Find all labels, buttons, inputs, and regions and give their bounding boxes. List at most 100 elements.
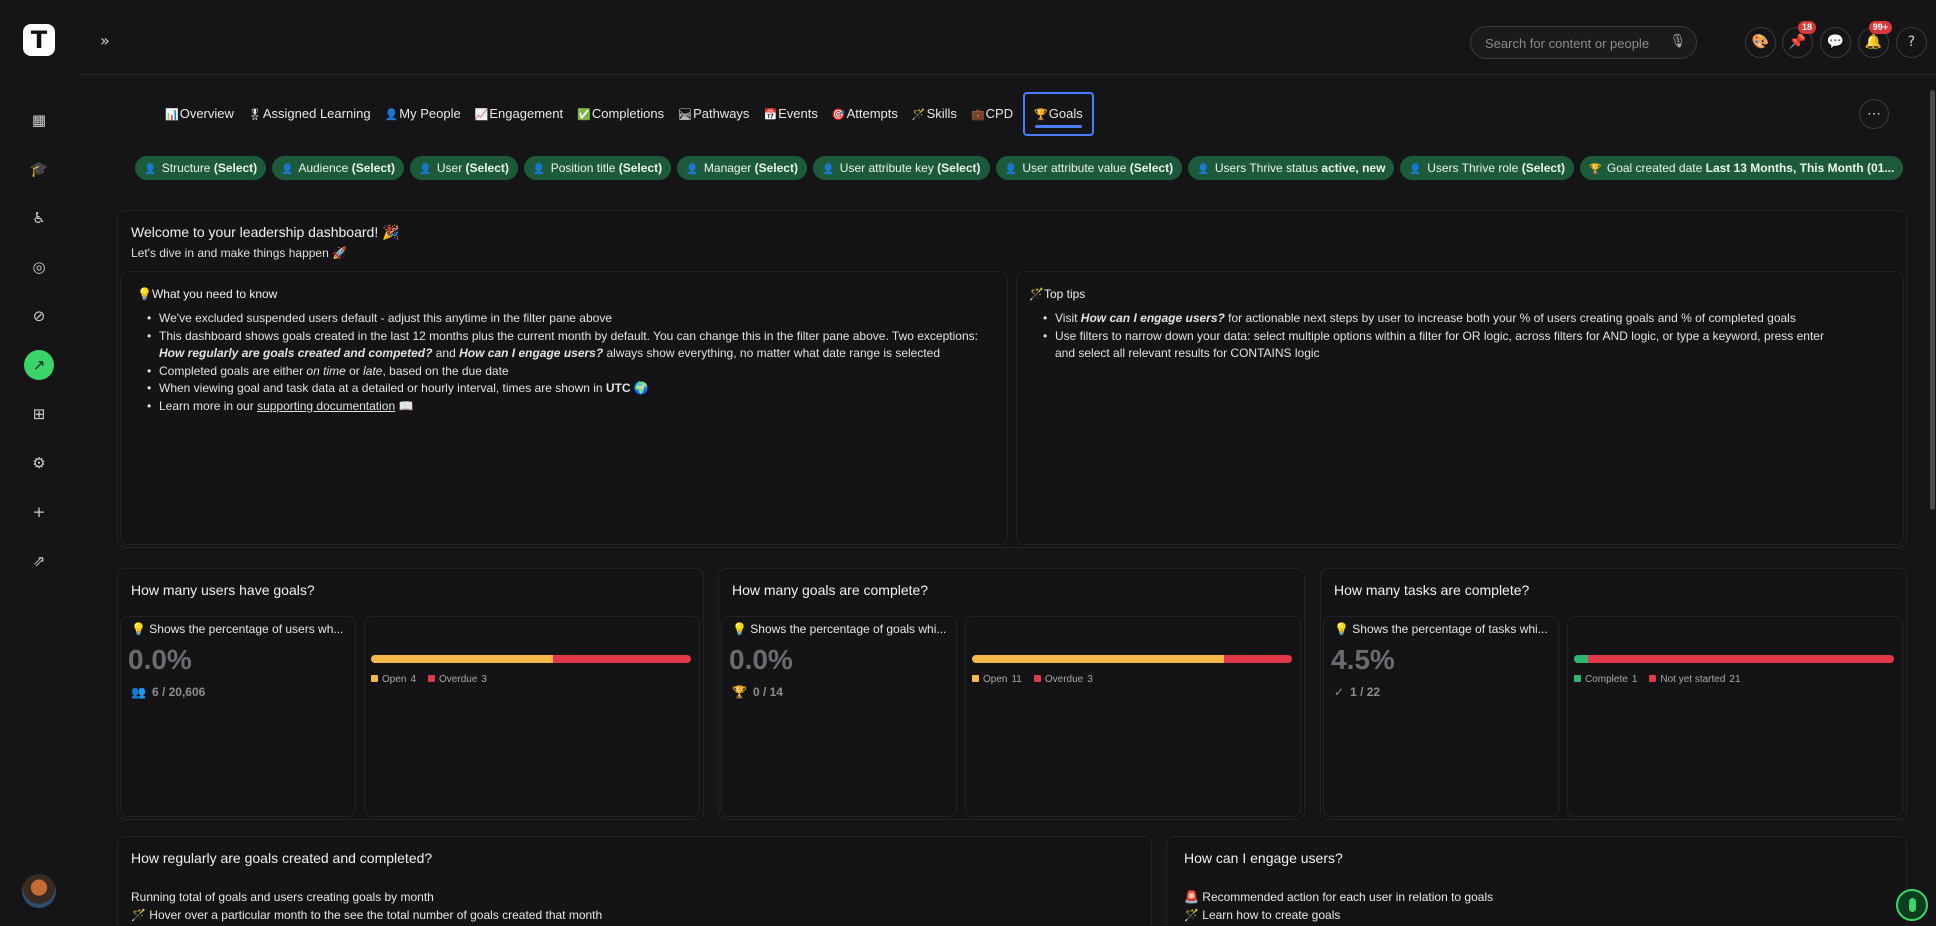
filter-users-thrive-status[interactable]: 👤 Users Thrive status active, new (1188, 156, 1395, 180)
tab-engagement[interactable]: 📈Engagement (468, 92, 570, 136)
expand-sidebar-button[interactable]: » (100, 31, 110, 50)
tab-cpd[interactable]: 💼CPD (964, 92, 1020, 136)
panel-hint: 🪄 Hover over a particular month to the s… (131, 908, 603, 922)
list-text: for actionable next steps by user to inc… (1224, 311, 1796, 325)
bar-segment[interactable] (1223, 655, 1292, 663)
person-icon: 👤 (686, 164, 699, 175)
tab-overview[interactable]: 📊Overview (158, 92, 241, 136)
list-item: This dashboard shows goals created in th… (147, 328, 1007, 363)
microphone-icon[interactable]: 🎙 (1669, 33, 1686, 49)
legend-swatch (371, 675, 378, 682)
assistant-launcher-button[interactable] (1896, 889, 1928, 921)
list-text: 🌍 (630, 381, 649, 395)
page-scrollbar[interactable] (1930, 90, 1935, 510)
kpi-hint[interactable]: 💡 Shows the percentage of users wh... (131, 622, 343, 636)
app-logo[interactable]: T (23, 24, 55, 56)
bar-segment[interactable] (553, 655, 691, 663)
list-text-emphasis: late (363, 363, 383, 378)
kpi-count: ✓ 1 / 22 (1334, 685, 1380, 699)
legend-swatch (428, 675, 436, 682)
filter-bar: 👤 Structure (Select) 👤 Audience (Select)… (135, 156, 1904, 180)
filter-users-thrive-role[interactable]: 👤 Users Thrive role (Select) (1400, 156, 1575, 180)
person-icon: 👤 (144, 164, 157, 175)
palette-button[interactable]: 🎨 (1745, 27, 1776, 58)
kpi-stacked-bar[interactable] (1574, 655, 1894, 663)
user-avatar[interactable] (22, 874, 56, 908)
list-text: , based on the due date (382, 363, 509, 378)
tab-label: Skills (926, 106, 957, 121)
plus-icon[interactable]: + (24, 497, 54, 527)
external-link-icon[interactable]: ⇗ (24, 546, 54, 576)
settings-icon[interactable]: ⚙ (24, 448, 54, 478)
supporting-documentation-link[interactable]: supporting documentation (257, 399, 395, 413)
bar-segment[interactable] (371, 655, 554, 663)
tab-assigned-learning[interactable]: 🎖Assigned Learning (241, 92, 378, 136)
tab-skills[interactable]: 🪄Skills (905, 92, 964, 136)
legend-swatch (1033, 675, 1041, 682)
bar-segment[interactable] (1588, 655, 1894, 663)
person-icon: 👤 (532, 164, 546, 175)
legend-label: Complete (1585, 674, 1628, 685)
filter-label: Users Thrive status (1214, 161, 1319, 175)
what-you-need-to-know-card: 💡What you need to know We've excluded su… (120, 271, 1008, 545)
filter-user-attribute-value[interactable]: 👤 User attribute value (Select) (995, 156, 1183, 180)
filter-label: Position title (550, 161, 616, 175)
panel-hint: 🪄 Learn how to create goals (1184, 908, 1341, 922)
dashboard-icon[interactable]: ▦ (24, 105, 54, 135)
search-box: 🎙 (1470, 26, 1697, 59)
tab-label: Events (778, 106, 818, 121)
kpi-hint[interactable]: 💡 Shows the percentage of tasks whi... (1334, 622, 1548, 636)
legend-label: Open (382, 674, 407, 685)
compass-icon[interactable]: ⊘ (24, 301, 54, 331)
tab-label: Completions (591, 106, 665, 121)
legend-item: Open 11 (972, 674, 1022, 685)
list-text-emphasis: on time (306, 363, 346, 378)
analytics-icon[interactable]: ↗ (24, 350, 54, 380)
person-icon: 👤 (384, 108, 399, 121)
notifications-button[interactable]: 🔔 99+ (1858, 21, 1892, 58)
list-text-emphasis: UTC (605, 381, 631, 395)
filter-manager[interactable]: 👤 Manager (Select) (677, 156, 807, 180)
filter-value: (Select) (618, 161, 663, 175)
filter-user-attribute-key[interactable]: 👤 User attribute key (Select) (812, 156, 990, 180)
list-text: and (432, 346, 460, 360)
bar-segment[interactable] (972, 655, 1224, 663)
tab-my-people[interactable]: 👤My People (378, 92, 468, 136)
table-icon[interactable]: ⊞ (24, 399, 54, 429)
filter-structure[interactable]: 👤 Structure (Select) (135, 156, 267, 180)
legend-item: Overdue 3 (428, 674, 487, 685)
filter-value: (Select) (937, 161, 981, 175)
topbar-divider (80, 74, 1936, 75)
tab-completions[interactable]: ✅Completions (570, 92, 671, 136)
help-button[interactable]: ? (1896, 27, 1927, 58)
tab-attempts[interactable]: 🎯Attempts (825, 92, 905, 136)
list-text-emphasis: How can I engage users? (459, 346, 604, 360)
person-icon: 👤 (1004, 164, 1017, 175)
target-icon[interactable]: ◎ (24, 252, 54, 282)
pin-button[interactable]: 📌 18 (1782, 21, 1816, 58)
kpi-stacked-bar[interactable] (972, 655, 1292, 663)
kpi-hint[interactable]: 💡 Shows the percentage of goals whi... (732, 622, 946, 636)
graduation-cap-icon[interactable]: 🎓 (24, 154, 54, 184)
kpi-title: How many users have goals? (131, 582, 315, 598)
legend-value: 4 (410, 674, 417, 685)
kpi-stacked-bar[interactable] (371, 655, 691, 663)
more-options-button[interactable]: ⋯ (1859, 99, 1889, 129)
learning-path-icon[interactable]: ♿ (24, 203, 54, 233)
medal-icon: 🎖 (247, 108, 262, 121)
filter-goal-created-date[interactable]: 🏆 Goal created date Last 13 Months, This… (1580, 156, 1904, 180)
filter-position-title[interactable]: 👤 Position title (Select) (523, 156, 672, 180)
chat-button[interactable]: 💬 (1820, 27, 1851, 58)
filter-audience[interactable]: 👤 Audience (Select) (272, 156, 405, 180)
legend-value: 21 (1729, 674, 1741, 685)
tab-label: Goals (1048, 106, 1083, 121)
bar-segment[interactable] (1574, 655, 1589, 663)
tab-goals[interactable]: 🏆Goals (1023, 92, 1094, 136)
tab-events[interactable]: 📅Events (756, 92, 824, 136)
kpi-breakdown-card (965, 616, 1301, 817)
kpi-title: How many tasks are complete? (1334, 582, 1530, 598)
filter-label: Manager (703, 161, 752, 175)
tab-pathways[interactable]: 🛤Pathways (671, 92, 756, 136)
filter-user[interactable]: 👤 User (Select) (410, 156, 518, 180)
search-input[interactable] (1485, 34, 1665, 52)
